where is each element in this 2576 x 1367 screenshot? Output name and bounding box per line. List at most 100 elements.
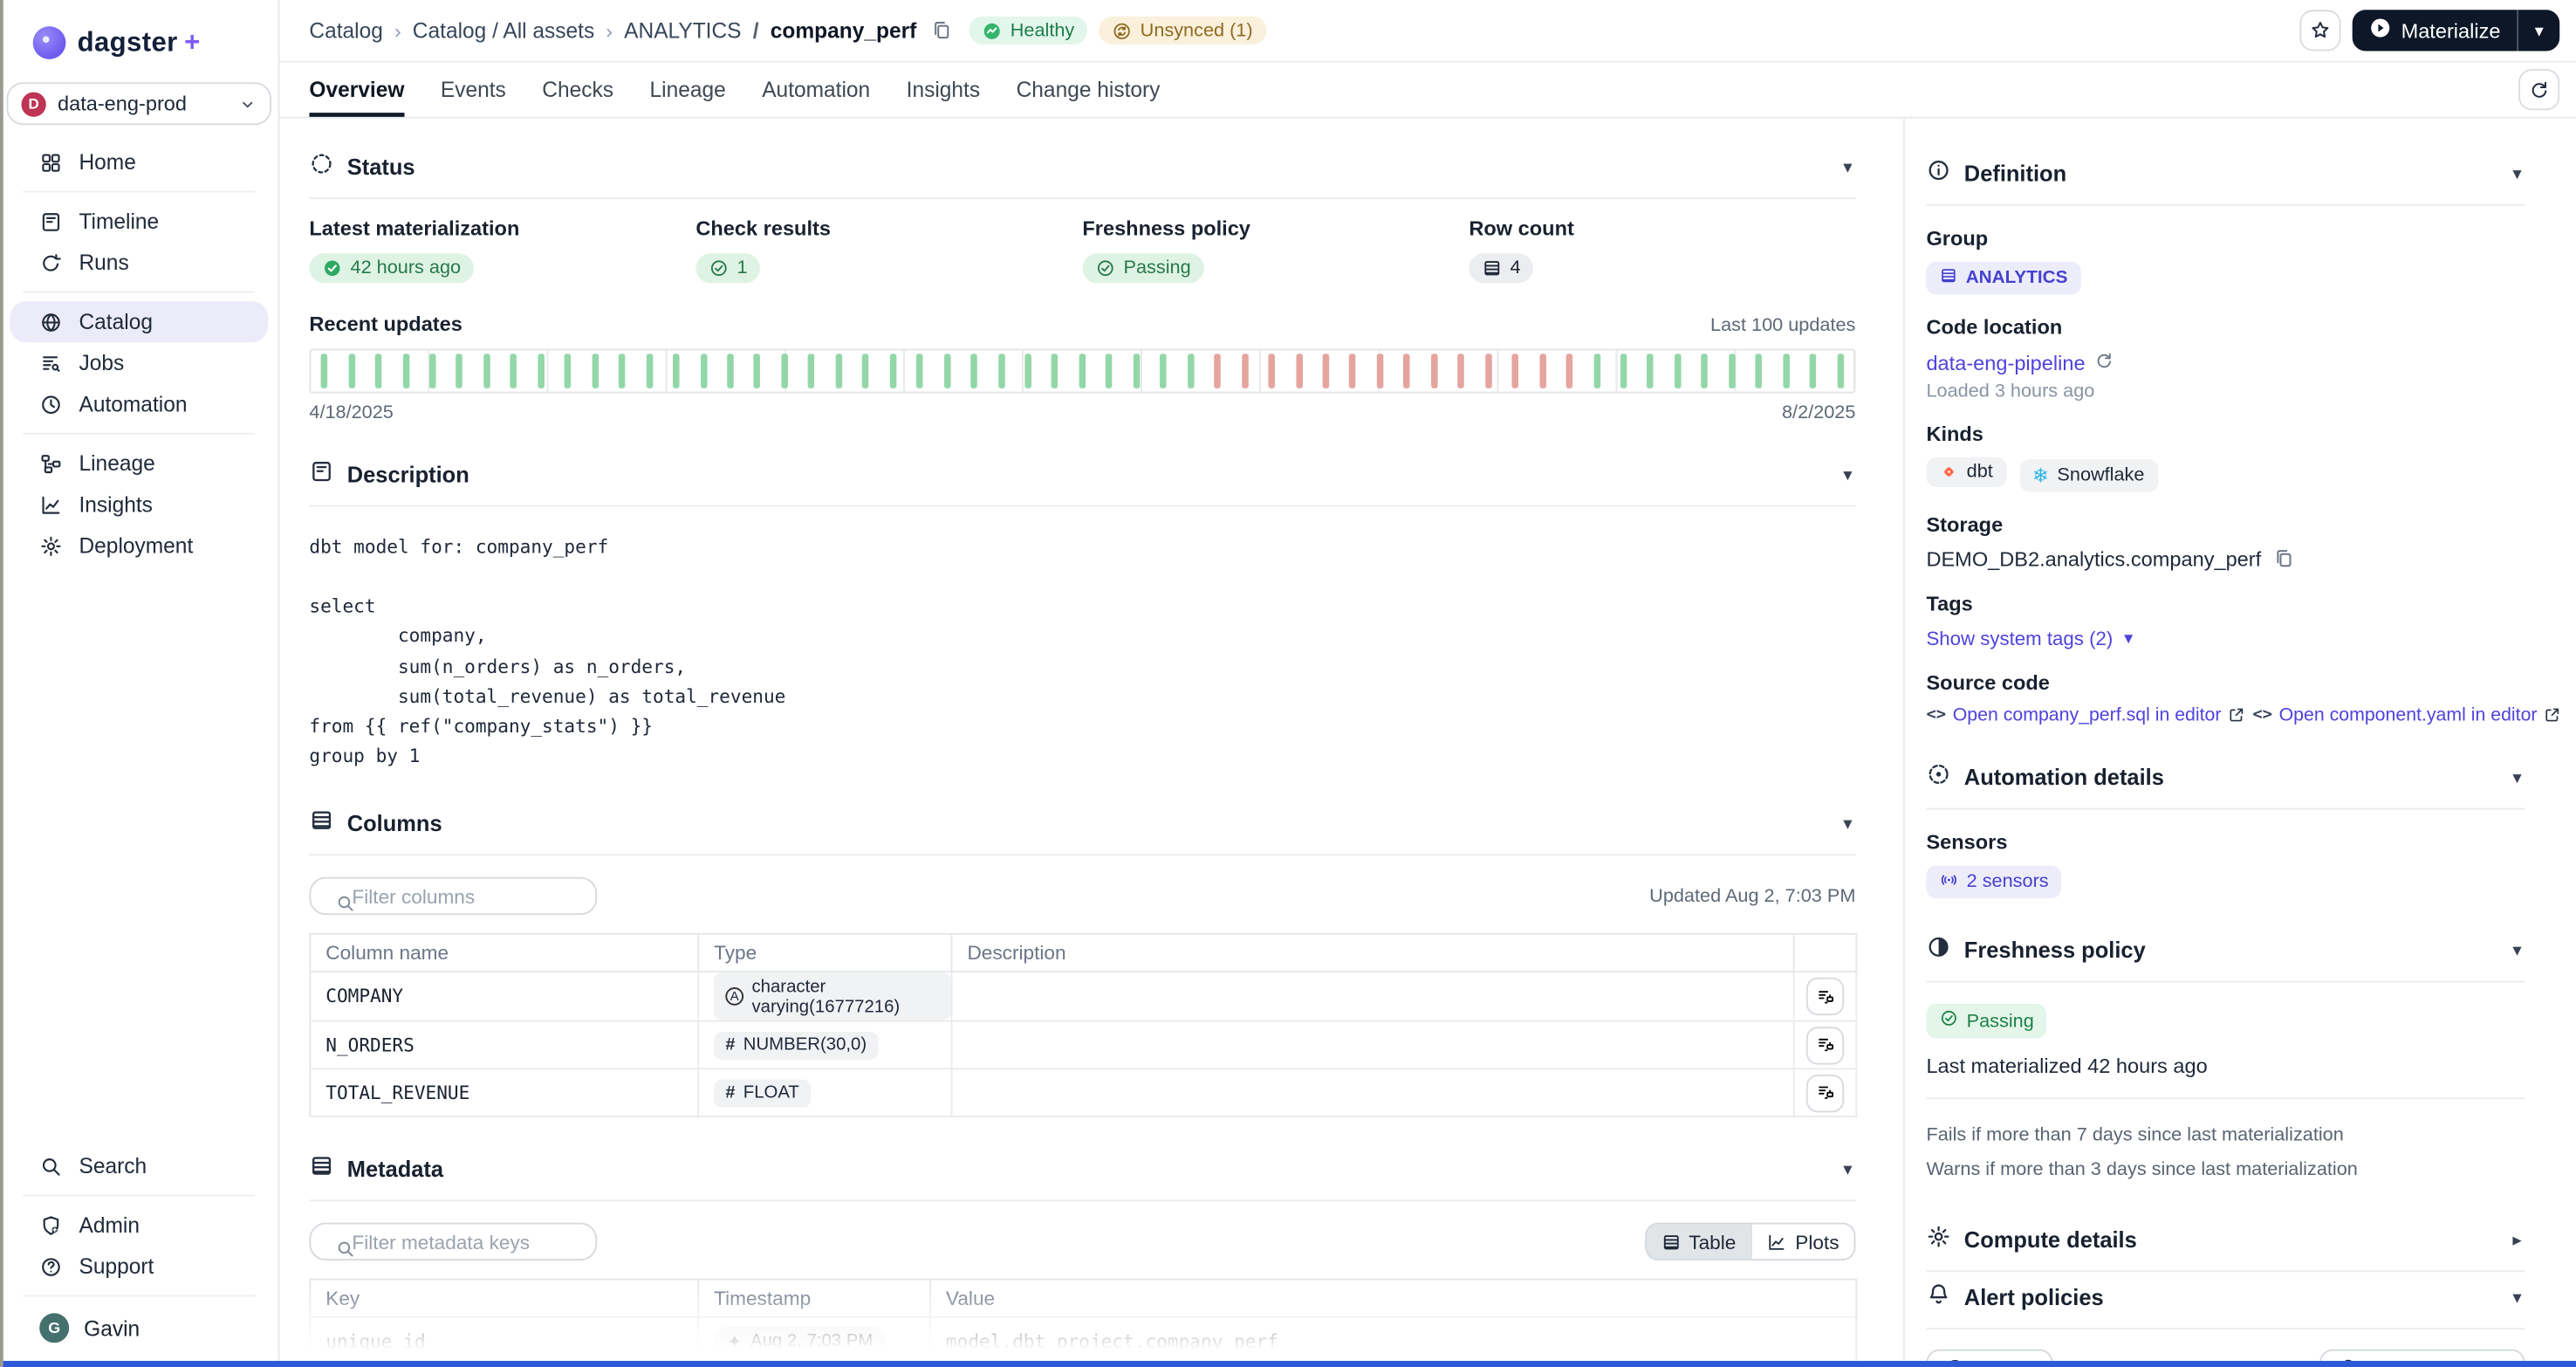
update-tick-success[interactable] <box>1593 354 1600 388</box>
update-tick-success[interactable] <box>1133 354 1140 388</box>
tab-overview[interactable]: Overview <box>309 63 404 117</box>
column-lineage-button[interactable] <box>1806 978 1844 1015</box>
user-menu[interactable]: G Gavin <box>10 1305 268 1351</box>
update-tick-success[interactable] <box>456 354 463 388</box>
update-tick-success[interactable] <box>483 354 490 388</box>
collapse-metadata-caret[interactable]: ▾ <box>1840 1158 1855 1180</box>
code-location-link[interactable]: data-eng-pipeline <box>1926 351 2085 374</box>
update-tick-success[interactable] <box>727 354 734 388</box>
update-tick-success[interactable] <box>781 354 788 388</box>
collapse-freshness-caret[interactable]: ▾ <box>2510 940 2525 962</box>
update-tick-success[interactable] <box>1188 354 1195 388</box>
stat-badge[interactable]: 42 hours ago <box>309 253 474 283</box>
sensors-badge[interactable]: 2 sensors <box>1926 865 2061 899</box>
refresh-button[interactable] <box>2518 69 2559 110</box>
toggle-plots[interactable]: Plots <box>1750 1225 1853 1260</box>
toggle-table[interactable]: Table <box>1646 1225 1750 1260</box>
update-tick-failure[interactable] <box>1323 354 1330 388</box>
sidebar-item-home[interactable]: Home <box>10 141 268 182</box>
update-tick-success[interactable] <box>889 354 896 388</box>
dagster-logo[interactable]: dagster + <box>0 23 278 82</box>
update-tick-success[interactable] <box>1160 354 1167 388</box>
timestamp-badge[interactable]: ✦Aug 2, 7:03 PM <box>714 1327 886 1357</box>
update-tick-success[interactable] <box>943 354 950 388</box>
update-tick-failure[interactable] <box>1215 354 1222 388</box>
update-tick-success[interactable] <box>619 354 626 388</box>
update-tick-success[interactable] <box>1079 354 1086 388</box>
health-status-badge[interactable]: Healthy <box>969 17 1088 45</box>
tab-change-history[interactable]: Change history <box>1017 63 1161 117</box>
update-tick-success[interactable] <box>1783 354 1790 388</box>
tab-checks[interactable]: Checks <box>542 63 613 117</box>
update-tick-success[interactable] <box>1702 354 1709 388</box>
update-tick-success[interactable] <box>1837 354 1844 388</box>
tab-insights[interactable]: Insights <box>907 63 980 117</box>
copy-icon[interactable] <box>931 20 953 42</box>
update-tick-success[interactable] <box>375 354 382 388</box>
sidebar-item-support[interactable]: Support <box>10 1246 268 1287</box>
update-tick-success[interactable] <box>348 354 355 388</box>
external-link-icon[interactable] <box>2228 706 2246 725</box>
update-tick-success[interactable] <box>808 354 815 388</box>
external-link-icon[interactable] <box>2544 706 2562 725</box>
update-tick-failure[interactable] <box>1242 354 1249 388</box>
stat-badge[interactable]: 4 <box>1469 253 1533 283</box>
update-tick-success[interactable] <box>565 354 572 388</box>
update-tick-failure[interactable] <box>1485 354 1492 388</box>
group-badge[interactable]: ANALYTICS <box>1926 262 2080 295</box>
update-tick-failure[interactable] <box>1377 354 1384 388</box>
update-tick-failure[interactable] <box>1350 354 1357 388</box>
update-tick-success[interactable] <box>835 354 842 388</box>
update-tick-success[interactable] <box>1729 354 1736 388</box>
update-tick-success[interactable] <box>997 354 1004 388</box>
stat-badge[interactable]: Passing <box>1082 253 1203 283</box>
breadcrumb-catalog[interactable]: Catalog <box>309 18 382 43</box>
update-tick-success[interactable] <box>754 354 761 388</box>
tab-lineage[interactable]: Lineage <box>649 63 725 117</box>
kind-badge-snowflake[interactable]: ❄Snowflake <box>2019 458 2158 491</box>
collapse-description-caret[interactable]: ▾ <box>1840 464 1855 486</box>
tab-events[interactable]: Events <box>441 63 506 117</box>
update-tick-failure[interactable] <box>1296 354 1303 388</box>
update-tick-success[interactable] <box>646 354 653 388</box>
column-lineage-button[interactable] <box>1806 1027 1844 1064</box>
update-tick-success[interactable] <box>429 354 436 388</box>
reload-icon[interactable] <box>2093 351 2114 375</box>
stat-badge[interactable]: 1 <box>695 253 760 283</box>
update-tick-success[interactable] <box>538 354 545 388</box>
column-lineage-button[interactable] <box>1806 1074 1844 1111</box>
update-tick-success[interactable] <box>700 354 707 388</box>
sidebar-item-search[interactable]: Search <box>10 1145 268 1186</box>
update-tick-success[interactable] <box>1052 354 1058 388</box>
update-tick-failure[interactable] <box>1458 354 1465 388</box>
sidebar-item-admin[interactable]: Admin <box>10 1205 268 1246</box>
update-tick-failure[interactable] <box>1512 354 1519 388</box>
tab-automation[interactable]: Automation <box>762 63 870 117</box>
update-tick-failure[interactable] <box>1539 354 1546 388</box>
source-link[interactable]: Open component.yaml in editor <box>2279 705 2538 725</box>
source-link[interactable]: Open company_perf.sql in editor <box>1953 705 2222 725</box>
update-tick-success[interactable] <box>1106 354 1113 388</box>
expand-compute-caret[interactable]: ▸ <box>2510 1230 2525 1252</box>
show-system-tags-link[interactable]: Show system tags (2) <box>1926 627 2113 649</box>
unsynced-badge[interactable]: Unsynced (1) <box>1100 17 1266 45</box>
update-tick-failure[interactable] <box>1431 354 1438 388</box>
update-tick-success[interactable] <box>1648 354 1655 388</box>
update-tick-success[interactable] <box>1675 354 1682 388</box>
sidebar-item-catalog[interactable]: Catalog <box>10 301 268 342</box>
collapse-alerts-caret[interactable]: ▾ <box>2510 1288 2525 1309</box>
update-tick-success[interactable] <box>916 354 923 388</box>
collapse-status-caret[interactable]: ▾ <box>1840 156 1855 178</box>
breadcrumb-group[interactable]: ANALYTICS <box>624 18 741 43</box>
breadcrumb-all-assets[interactable]: Catalog / All assets <box>413 18 594 43</box>
sidebar-item-insights[interactable]: Insights <box>10 484 268 525</box>
update-tick-success[interactable] <box>970 354 977 388</box>
sidebar-item-timeline[interactable]: Timeline <box>10 201 268 242</box>
materialize-dropdown[interactable]: ▼ <box>2517 10 2559 51</box>
sidebar-item-jobs[interactable]: Jobs <box>10 342 268 383</box>
recent-updates-strip[interactable] <box>309 349 1855 394</box>
update-tick-success[interactable] <box>402 354 409 388</box>
update-tick-success[interactable] <box>862 354 869 388</box>
sidebar-item-deployment[interactable]: Deployment <box>10 525 268 566</box>
sidebar-item-runs[interactable]: Runs <box>10 242 268 283</box>
